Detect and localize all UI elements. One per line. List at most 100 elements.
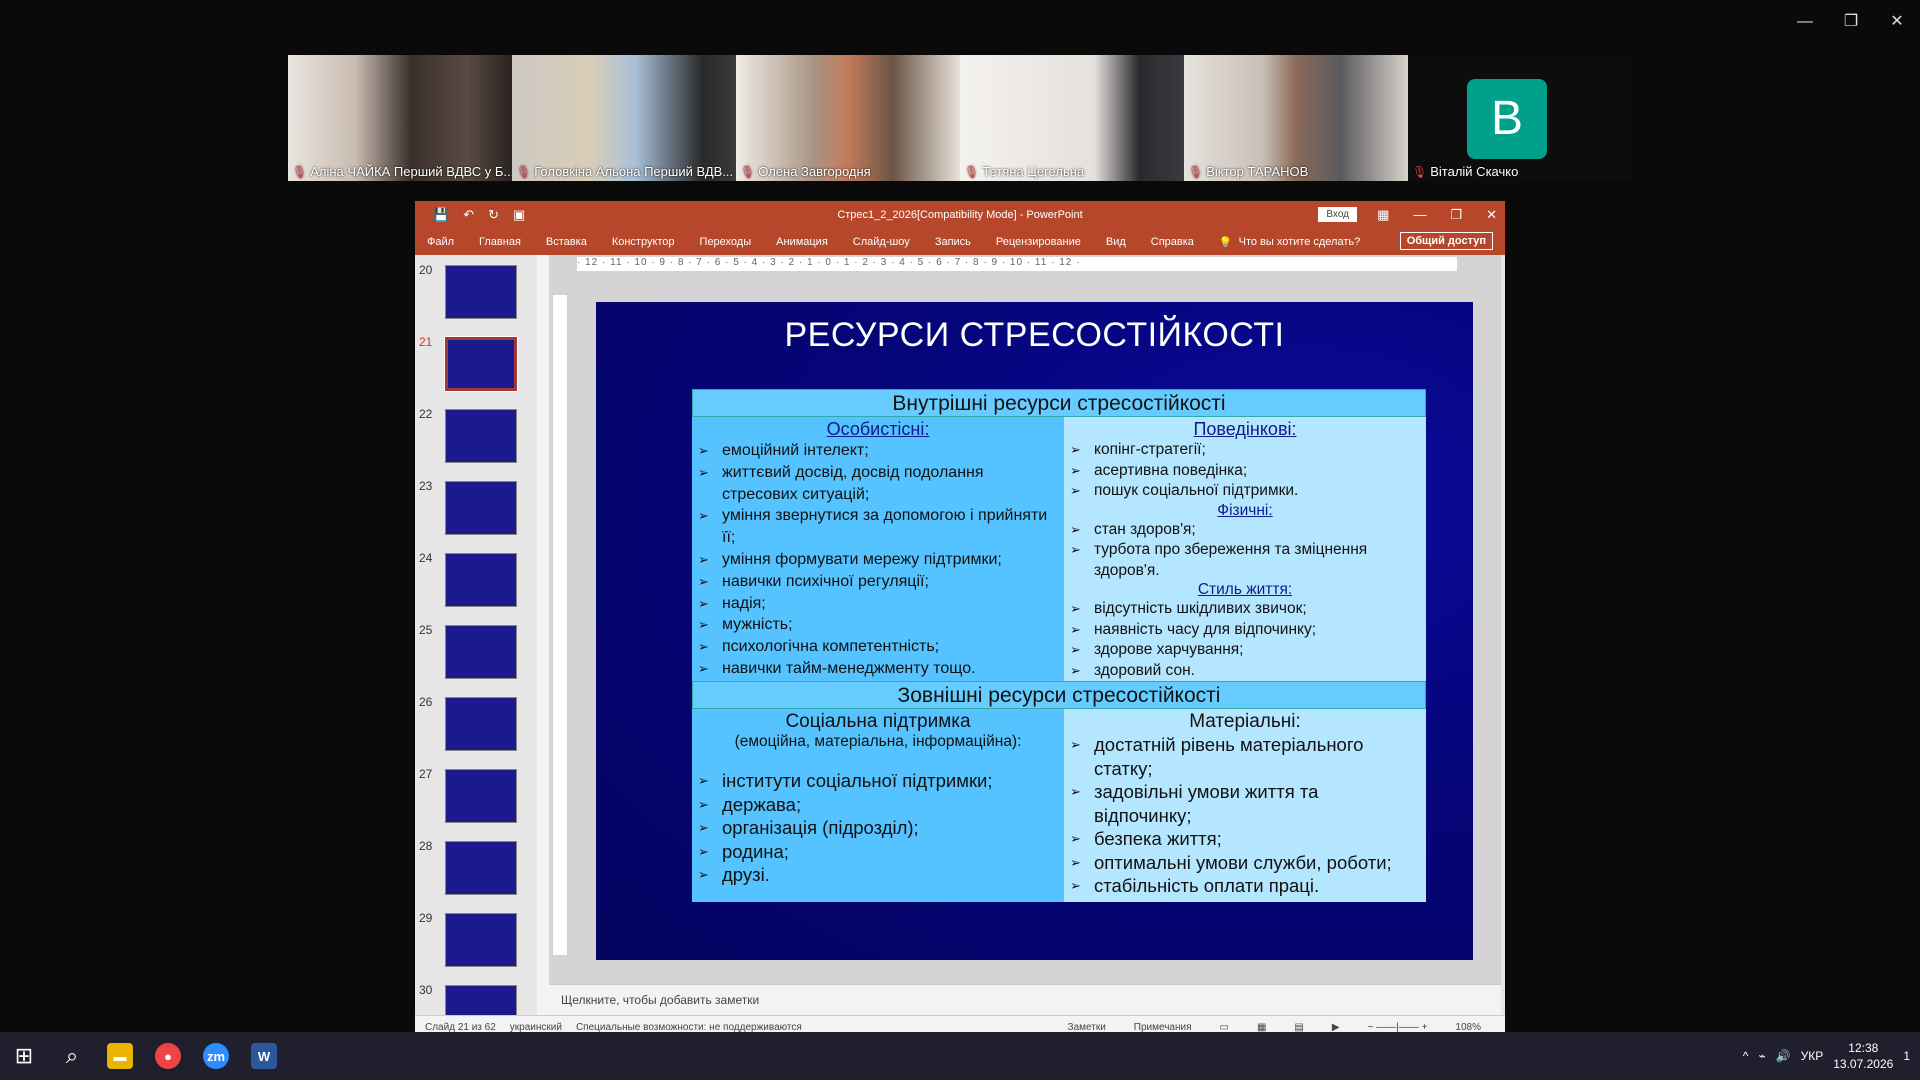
list-item: наявність часу для відпочинку; (1070, 620, 1420, 641)
file-explorer-icon[interactable]: ▬ (96, 1032, 144, 1080)
list-item: мужність; (698, 614, 1058, 636)
slide-thumb[interactable]: 25 (415, 623, 535, 695)
participant-name: Віктор ТАРАНОВ (1206, 164, 1309, 179)
notes-pane[interactable]: Щелкните, чтобы добавить заметки (549, 984, 1501, 1015)
slide-thumb-selected[interactable]: 21 (415, 335, 535, 407)
video-strip: 🎙 Аліна ЧАЙКА Перший ВДВС у Б... 🎙 Головкі… (288, 55, 1632, 181)
ppt-window-controls: ▦ — ❐ ✕ (1377, 201, 1497, 229)
chrome-icon[interactable]: ● (144, 1032, 192, 1080)
participant-tile[interactable]: 🎙 Олена Завгородня (736, 55, 960, 181)
slide-editor: · 12 · 11 · 10 · 9 · 8 · 7 · 6 · 5 · 4 ·… (549, 255, 1501, 984)
search-icon[interactable]: ⌕ (48, 1032, 96, 1080)
list-item: організація (підрозділ); (698, 816, 1058, 840)
personal-title: Особистісні: (826, 419, 930, 439)
mic-off-icon: 🎙 (292, 164, 308, 179)
list-item: життєвий досвід, досвід подолання стресо… (698, 462, 1058, 506)
tab-review[interactable]: Рецензирование (996, 236, 1081, 248)
slide-thumb[interactable]: 29 (415, 911, 535, 983)
ribbon-tabs: Файл Главная Вставка Конструктор Переход… (415, 229, 1505, 255)
tray-chevron-icon[interactable]: ^ (1743, 1049, 1749, 1063)
tab-help[interactable]: Справка (1151, 236, 1194, 248)
social-cell: Соціальна підтримка (емоційна, матеріаль… (692, 709, 1064, 902)
tab-insert[interactable]: Вставка (546, 236, 587, 248)
clock[interactable]: 12:38 13.07.2026 (1833, 1040, 1893, 1072)
windows-start-icon[interactable]: ⊞ (0, 1032, 48, 1080)
ppt-titlebar: 💾 ↶ ↻ ▣ Стрес1_2_2026[Compatibility Mode… (415, 201, 1505, 229)
participant-name: Головкіна Альона Перший ВДВ... (534, 164, 734, 179)
thumbnail-scrollbar[interactable] (537, 255, 549, 1015)
participant-tile[interactable]: 🎙 Головкіна Альона Перший ВДВ... (512, 55, 736, 181)
participant-tile[interactable]: 🎙 Тетяна Цегельна (960, 55, 1184, 181)
resources-table: Внутрішні ресурси стресостійкості Особис… (692, 389, 1426, 902)
list-item: навички психічної регуляції; (698, 571, 1058, 593)
list-item: надія; (698, 593, 1058, 615)
slide-title: РЕСУРСИ СТРЕСОСТІЙКОСТІ (784, 316, 1285, 354)
minimize-button[interactable]: — (1782, 8, 1828, 36)
word-icon[interactable]: W (240, 1032, 288, 1080)
system-tray: ^ ⌁ 🔊 УКР 12:38 13.07.2026 1 (1743, 1032, 1910, 1080)
close-button[interactable]: ✕ (1874, 8, 1920, 36)
behavioral-title: Поведінкові: (1193, 419, 1297, 439)
slide-thumb[interactable]: 28 (415, 839, 535, 911)
share-button[interactable]: Общий доступ (1399, 232, 1493, 250)
tab-file[interactable]: Файл (427, 236, 454, 248)
tab-slideshow[interactable]: Слайд-шоу (853, 236, 910, 248)
close-icon[interactable]: ✕ (1486, 201, 1497, 229)
slide-thumb[interactable]: 23 (415, 479, 535, 551)
participant-tile[interactable]: B 🎙 Віталій Скачко (1408, 55, 1632, 181)
physical-title: Фізичні: (1217, 501, 1273, 519)
vertical-ruler (553, 295, 567, 955)
slide-thumb[interactable]: 22 (415, 407, 535, 479)
slide-thumbnails: 20 21 22 23 24 25 26 27 28 29 30 (415, 255, 540, 1015)
list-item: достатній рівень матеріального статку; (1070, 733, 1420, 780)
tab-transitions[interactable]: Переходы (700, 236, 752, 248)
list-item: навички тайм-менеджменту тощо. (698, 658, 1058, 680)
notifications-icon[interactable]: 1 (1903, 1049, 1910, 1063)
taskbar: ⊞ ⌕ ▬ ● zm W ^ ⌁ 🔊 УКР 12:38 13.07.2026 … (0, 1032, 1920, 1080)
tab-record[interactable]: Запись (935, 236, 971, 248)
mic-off-icon: 🎙 (740, 164, 756, 179)
participant-name: Олена Завгородня (758, 164, 871, 179)
slide-thumb[interactable]: 24 (415, 551, 535, 623)
participant-name: Аліна ЧАЙКА Перший ВДВС у Б... (310, 164, 512, 179)
list-item: відсутність шкідливих звичок; (1070, 599, 1420, 620)
material-cell: Матеріальні: достатній рівень матеріальн… (1064, 709, 1426, 902)
network-icon[interactable]: ⌁ (1758, 1049, 1765, 1063)
behavioral-cell: Поведінкові: копінг-стратегії; асертивна… (1064, 417, 1426, 681)
tab-view[interactable]: Вид (1106, 236, 1126, 248)
restore-icon[interactable]: ❐ (1450, 201, 1462, 229)
participant-tile[interactable]: 🎙 Віктор ТАРАНОВ (1184, 55, 1408, 181)
slide-thumb[interactable]: 26 (415, 695, 535, 767)
zoom-app-icon[interactable]: zm (192, 1032, 240, 1080)
list-item: здоровий сон. (1070, 661, 1420, 682)
tab-design[interactable]: Конструктор (612, 236, 675, 248)
volume-icon[interactable]: 🔊 (1776, 1049, 1791, 1063)
redo-icon[interactable]: ↻ (488, 207, 499, 223)
slide-thumb[interactable]: 27 (415, 767, 535, 839)
external-header: Зовнішні ресурси стресостійкості (692, 681, 1426, 709)
undo-icon[interactable]: ↶ (463, 207, 474, 223)
horizontal-ruler: · 12 · 11 · 10 · 9 · 8 · 7 · 6 · 5 · 4 ·… (577, 257, 1457, 271)
tell-me-box[interactable]: Что вы хотите сделать? (1239, 236, 1361, 248)
save-icon[interactable]: 💾 (433, 207, 449, 223)
slide[interactable]: РЕСУРСИ СТРЕСОСТІЙКОСТІ Внутрішні ресурс… (596, 302, 1473, 960)
ribbon-display-icon[interactable]: ▦ (1377, 201, 1389, 229)
slide-thumb[interactable]: 20 (415, 263, 535, 335)
tab-home[interactable]: Главная (479, 236, 521, 248)
minimize-icon[interactable]: — (1413, 201, 1426, 229)
list-item: уміння звернутися за допомогою і прийнят… (698, 505, 1058, 549)
list-item: уміння формувати мережу підтримки; (698, 549, 1058, 571)
window-controls: — ❐ ✕ (1782, 8, 1920, 36)
zoom-window: — ❐ ✕ 🎙 Аліна ЧАЙКА Перший ВДВС у Б... 🎙 Г… (0, 0, 1920, 1039)
list-item: задовільні умови життя та відпочинку; (1070, 780, 1420, 827)
start-show-icon[interactable]: ▣ (513, 207, 525, 223)
tab-animations[interactable]: Анимация (776, 236, 828, 248)
list-item: психологічна компетентність; (698, 636, 1058, 658)
mic-off-icon: 🎙 (1412, 164, 1428, 179)
language-indicator[interactable]: УКР (1801, 1049, 1824, 1063)
slide-thumb[interactable]: 30 (415, 983, 535, 1015)
login-button[interactable]: Вход (1318, 207, 1357, 222)
restore-button[interactable]: ❐ (1828, 8, 1874, 36)
list-item: пошук соціальної підтримки. (1070, 481, 1420, 502)
participant-tile[interactable]: 🎙 Аліна ЧАЙКА Перший ВДВС у Б... (288, 55, 512, 181)
